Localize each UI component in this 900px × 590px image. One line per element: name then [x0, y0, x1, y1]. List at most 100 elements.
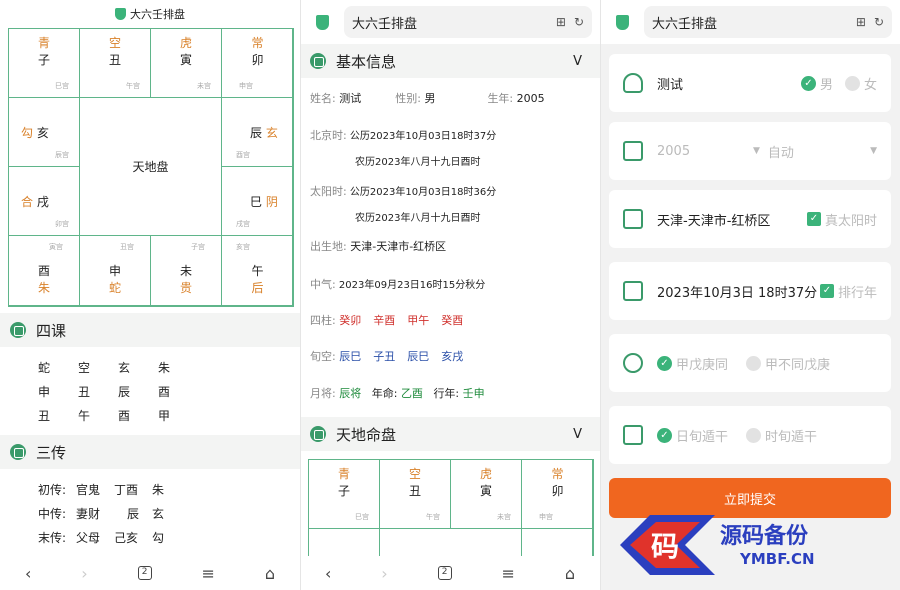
- section-sanchuan[interactable]: 三传: [0, 435, 300, 469]
- branch: 丑: [108, 53, 121, 67]
- male-label: 男: [819, 77, 833, 93]
- branch: 寅: [179, 53, 192, 67]
- cell-top-3: 虎寅未宫: [450, 459, 522, 529]
- forward-icon[interactable]: ›: [381, 564, 387, 583]
- tiandi-grid: 青子巳宫 空丑午宫 虎寅未宫 常卯申宫 勾 亥辰宫 合 戌卯宫 辰 玄酉宫 巳 …: [8, 28, 294, 307]
- menu-icon[interactable]: ≡: [202, 564, 215, 583]
- basic-row-qi: 中气: 2023年09月23日16时15分秋分: [310, 278, 486, 291]
- opt2-label: 甲不同戊庚: [765, 357, 831, 373]
- user-icon: [623, 73, 643, 93]
- paixing-checkbox[interactable]: ✓: [819, 284, 834, 298]
- true-sun-checkbox[interactable]: ✓: [806, 212, 821, 226]
- panel-info: 大六壬排盘 ⊞ ↻ 基本信息 V 姓名: 测试 性别: 男生年: 2005 北京时: 公…: [300, 0, 600, 590]
- branch: 巳: [250, 195, 263, 209]
- god: 朱: [37, 281, 50, 295]
- basic-row-bj2: 农历2023年八月十九日酉时: [355, 157, 481, 168]
- menu-icon[interactable]: ≡: [502, 564, 515, 583]
- date-input[interactable]: 2023年10月3日 18时37分: [657, 282, 817, 301]
- god: 玄: [265, 126, 278, 140]
- sike-row-3: 丑午酉甲: [38, 409, 171, 423]
- bookmark-icon[interactable]: ⊞: [856, 15, 866, 29]
- basic-row-name: 姓名: 测试 性别: 男生年: 2005: [310, 92, 545, 105]
- female-radio[interactable]: [844, 75, 860, 91]
- bottom-nav: ‹ › 2 ≡ ⌂: [300, 556, 600, 590]
- url-bar[interactable]: 大六壬排盘 ⊞ ↻: [344, 6, 592, 38]
- url-bar[interactable]: 大六壬排盘 ⊞ ↻: [644, 6, 892, 38]
- cell-left-2: 合 戌卯宫: [8, 166, 80, 236]
- branch: 子: [37, 53, 50, 67]
- cell-top-4: 常卯申宫: [521, 459, 594, 529]
- sanchuan-row-1: 初传: 官鬼 丁酉朱: [38, 483, 165, 497]
- palace: 未宫: [197, 82, 211, 90]
- palace: 申宫: [239, 82, 253, 90]
- section-tdmp[interactable]: 天地命盘 V: [300, 417, 600, 451]
- year-select[interactable]: 2005: [657, 144, 753, 159]
- section-sike[interactable]: 四课: [0, 313, 300, 347]
- god: 青: [37, 36, 50, 50]
- section-basic[interactable]: 基本信息 V: [300, 44, 600, 78]
- opt1-radio[interactable]: ✓: [657, 355, 672, 371]
- bookmark-icon[interactable]: ⊞: [556, 15, 566, 29]
- palace: 子宫: [191, 243, 205, 251]
- chevron-down-icon: ▼: [753, 146, 760, 156]
- back-icon[interactable]: ‹: [25, 564, 31, 583]
- cell-left-1: 勾 亥辰宫: [8, 97, 80, 167]
- branch: 申: [108, 264, 121, 278]
- shield-icon: [115, 8, 126, 20]
- palace: 巳宫: [55, 82, 69, 90]
- home-icon[interactable]: ⌂: [565, 564, 575, 583]
- male-radio[interactable]: ✓: [800, 75, 816, 91]
- cell-bottom-2: 丑宫申蛇: [79, 235, 151, 307]
- cell-bottom-3: 子宫未贵: [150, 235, 222, 307]
- name-input[interactable]: 测试: [657, 74, 683, 93]
- app-title: 大六壬排盘: [130, 8, 185, 21]
- section-icon: [310, 426, 326, 442]
- tdmp-grid: 青子巳宫 空丑午宫 虎寅未宫 常卯申宫: [308, 459, 594, 578]
- branch: 酉: [37, 264, 50, 278]
- palace: 亥宫: [236, 243, 250, 251]
- watermark-cn: 源码备份: [720, 524, 809, 549]
- sanchuan-row-3: 末传: 父母 己亥勾: [38, 531, 165, 545]
- opt3-radio[interactable]: ✓: [657, 427, 672, 443]
- card-date: 2023年10月3日 18时37分 ✓ 排行年: [609, 262, 891, 320]
- god: 虎: [179, 36, 192, 50]
- sike-row-2: 申丑辰酉: [38, 385, 171, 399]
- bottom-nav: ‹ › 2 ≡ ⌂: [0, 556, 300, 590]
- basic-row-sizhu: 四柱: 癸卯 辛酉 甲午 癸酉: [310, 314, 464, 327]
- section-title: 三传: [36, 443, 67, 462]
- section-icon: [10, 322, 26, 338]
- god: 蛇: [108, 281, 121, 295]
- basic-row-sun2: 农历2023年八月十九日酉时: [355, 213, 481, 224]
- branch: 卯: [251, 53, 264, 67]
- card-place: 天津-天津市-红桥区 ✓ 真太阳时: [609, 190, 891, 248]
- opt4-radio[interactable]: [746, 427, 762, 443]
- divider: [600, 0, 601, 590]
- forward-icon[interactable]: ›: [81, 564, 87, 583]
- cell-top-4: 常卯申宫: [221, 28, 294, 98]
- opt2-radio[interactable]: [746, 355, 762, 371]
- refresh-icon[interactable]: ↻: [874, 15, 884, 29]
- tabs-icon[interactable]: 2: [437, 566, 452, 580]
- target-icon: [623, 353, 643, 373]
- back-icon[interactable]: ‹: [325, 564, 331, 583]
- basic-row-xunkong: 旬空: 辰巳 子丑 辰巳 亥戌: [310, 350, 464, 363]
- home-icon[interactable]: ⌂: [265, 564, 275, 583]
- svg-text:码: 码: [651, 530, 679, 563]
- id-card-icon: [623, 209, 643, 229]
- cell-top-3: 虎寅未宫: [150, 28, 222, 98]
- god: 阴: [265, 195, 278, 209]
- collapse-icon[interactable]: V: [573, 427, 582, 442]
- auto-select[interactable]: 自动: [768, 142, 794, 161]
- refresh-icon[interactable]: ↻: [574, 15, 584, 29]
- tabs-icon[interactable]: 2: [137, 566, 152, 580]
- paixing-label: 排行年: [837, 285, 877, 301]
- place-select[interactable]: 天津-天津市-红桥区: [657, 210, 770, 229]
- cell-right-2: 巳 阴戌宫: [221, 166, 294, 236]
- female-label: 女: [863, 77, 877, 93]
- collapse-icon[interactable]: V: [573, 54, 582, 69]
- branch: 未: [179, 264, 192, 278]
- center-label: 天地盘: [132, 160, 169, 174]
- watermark-en: YMBF.CN: [740, 550, 815, 568]
- card-option-a: ✓ 甲戊庚同 甲不同戊庚: [609, 334, 891, 392]
- palace: 戌宫: [236, 220, 250, 228]
